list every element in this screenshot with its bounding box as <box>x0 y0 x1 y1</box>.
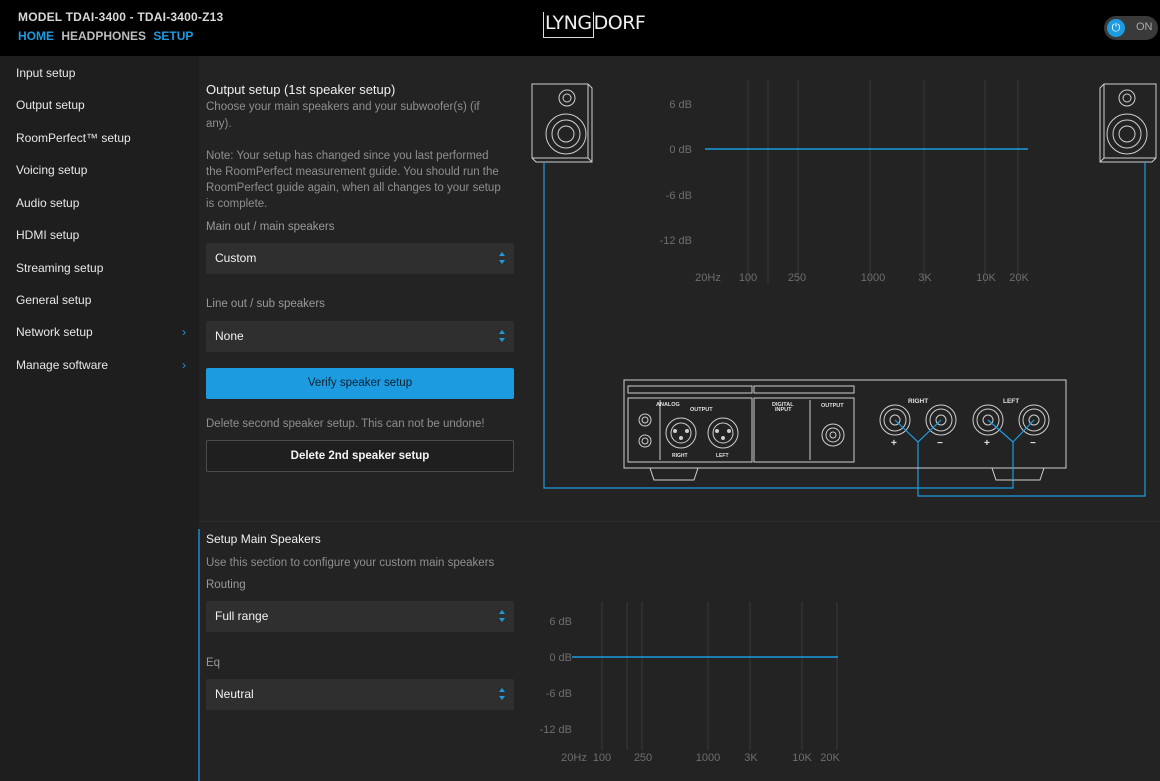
eq-label: Eq <box>206 657 221 669</box>
nav-home[interactable]: HOME <box>18 29 54 43</box>
chevron-right-icon: › <box>182 325 186 339</box>
nav-headphones[interactable]: HEADPHONES <box>61 29 146 43</box>
frequency-axis-label: 3K <box>744 752 758 764</box>
db-axis-label: -12 dB <box>660 235 692 247</box>
frequency-axis-label: 250 <box>788 272 806 284</box>
terminal-wires <box>894 419 1035 480</box>
top-nav: HOME HEADPHONES SETUP <box>18 29 197 43</box>
frequency-axis-label: 250 <box>634 752 652 764</box>
db-axis-label: -6 dB <box>666 190 692 202</box>
note-line1: Note: Your setup has changed since you l… <box>206 150 489 162</box>
frequency-axis-label: 20K <box>820 752 840 764</box>
svg-text:LEFT: LEFT <box>716 453 729 459</box>
sub-speakers-select[interactable]: None <box>206 321 514 352</box>
svg-text:−: − <box>1030 438 1036 449</box>
svg-text:LEFT: LEFT <box>1003 398 1019 405</box>
sidebar-item-audio-setup[interactable]: Audio setup <box>16 196 186 210</box>
svg-text:+: + <box>984 438 990 449</box>
select-arrows-icon <box>499 330 505 342</box>
routing-label: Routing <box>206 579 246 591</box>
note-line4: is complete. <box>206 198 268 210</box>
frequency-axis-label: 20K <box>1009 272 1029 284</box>
main-speakers-select[interactable]: Custom <box>206 243 514 274</box>
sidebar-item-manage-software[interactable]: Manage software › <box>16 358 186 372</box>
svg-text:RIGHT: RIGHT <box>908 398 928 405</box>
top-frequency-graph: 6 dB 0 dB -6 dB -12 dB 20Hz 100 250 1000 3K 10K 20… <box>660 80 1029 284</box>
lyngdorf-logo: LYNG DORF <box>543 12 646 42</box>
frequency-axis-label: 20Hz <box>561 752 587 764</box>
sidebar-item-output-setup[interactable]: Output setup <box>16 98 186 112</box>
svg-text:OUTPUT: OUTPUT <box>690 407 713 413</box>
model-name: MODEL TDAI-3400 - TDAI-3400-Z13 <box>18 10 224 24</box>
frequency-axis-label: 10K <box>792 752 812 764</box>
eq-select[interactable]: Neutral <box>206 679 514 710</box>
chevron-right-icon: › <box>182 358 186 372</box>
speaker-cables <box>543 162 1146 497</box>
routing-select[interactable]: Full range <box>206 601 514 632</box>
line-out-label: Line out / sub speakers <box>206 298 325 310</box>
svg-text:OUTPUT: OUTPUT <box>821 403 844 409</box>
db-axis-label: 6 dB <box>549 616 572 628</box>
frequency-axis-label: 1000 <box>861 272 885 284</box>
db-axis-label: 0 dB <box>669 144 692 156</box>
power-icon: ⏻ <box>1107 19 1125 37</box>
sidebar-item-roomperfect-setup[interactable]: RoomPerfect™ setup <box>16 131 186 145</box>
sidebar-item-network-setup[interactable]: Network setup › <box>16 325 186 339</box>
delete-2nd-speaker-setup-button[interactable]: Delete 2nd speaker setup <box>206 440 514 472</box>
db-axis-label: 0 dB <box>549 652 572 664</box>
frequency-axis-label: 10K <box>976 272 996 284</box>
sidebar-item-hdmi-setup[interactable]: HDMI setup <box>16 228 186 242</box>
frequency-axis-label: 100 <box>739 272 757 284</box>
db-axis-label: -6 dB <box>546 688 572 700</box>
frequency-axis-label: 3K <box>918 272 932 284</box>
svg-text:INPUT: INPUT <box>775 407 792 413</box>
main-speakers-desc: Use this section to configure your custo… <box>206 557 495 569</box>
sidebar-item-input-setup[interactable]: Input setup <box>16 66 186 80</box>
nav-setup[interactable]: SETUP <box>153 29 193 43</box>
left-speaker-icon <box>531 83 593 163</box>
sidebar-item-voicing-setup[interactable]: Voicing setup <box>16 163 186 177</box>
select-arrows-icon <box>499 252 505 264</box>
top-bar: MODEL TDAI-3400 - TDAI-3400-Z13 HOME HEA… <box>0 0 1160 56</box>
routing-value: Full range <box>215 609 269 623</box>
svg-text:ANALOG: ANALOG <box>656 402 680 408</box>
verify-speaker-setup-button[interactable]: Verify speaker setup <box>206 368 514 399</box>
amp-panel-labels: ANALOG OUTPUT RIGHT LEFT DIGITAL INPUT O… <box>656 398 1036 459</box>
select-arrows-icon <box>499 688 505 700</box>
output-desc-line1: Choose your main speakers and your subwo… <box>206 101 480 113</box>
db-axis-label: -12 dB <box>540 724 572 736</box>
power-label: ON <box>1136 21 1153 33</box>
main-speakers-value: Custom <box>215 251 257 265</box>
section-indicator <box>198 529 200 781</box>
note-line3: RoomPerfect guide again, when all change… <box>206 182 501 194</box>
sub-speakers-value: None <box>215 329 244 343</box>
sidebar-item-general-setup[interactable]: General setup <box>16 293 186 307</box>
speaker-diagram: 6 dB 0 dB -6 dB -12 dB 20Hz 100 250 1000 3K 10K 20… <box>531 80 1157 497</box>
frequency-axis-label: 1000 <box>696 752 720 764</box>
svg-text:−: − <box>937 438 943 449</box>
section-divider <box>199 521 1160 522</box>
eq-value: Neutral <box>215 687 254 701</box>
select-arrows-icon <box>499 610 505 622</box>
main-speakers-eq-graph: 6 dB 0 dB -6 dB -12 dB 20Hz 100 250 1000 3K 10K 20… <box>540 602 840 764</box>
main-out-label: Main out / main speakers <box>206 221 335 233</box>
db-axis-label: 6 dB <box>669 99 692 111</box>
frequency-axis-label: 100 <box>593 752 611 764</box>
sidebar-item-streaming-setup[interactable]: Streaming setup <box>16 261 186 275</box>
output-setup-title: Output setup (1st speaker setup) <box>206 82 396 97</box>
svg-text:+: + <box>891 438 897 449</box>
right-speaker-icon <box>1099 83 1157 163</box>
note-line2: the RoomPerfect measurement guide. You s… <box>206 166 499 178</box>
output-desc-line2: any). <box>206 118 232 130</box>
frequency-axis-label: 20Hz <box>695 272 721 284</box>
main-speakers-title: Setup Main Speakers <box>206 532 321 546</box>
svg-text:RIGHT: RIGHT <box>672 453 688 459</box>
power-toggle[interactable]: ⏻ ON <box>1104 16 1158 40</box>
delete-warning: Delete second speaker setup. This can no… <box>206 418 485 430</box>
